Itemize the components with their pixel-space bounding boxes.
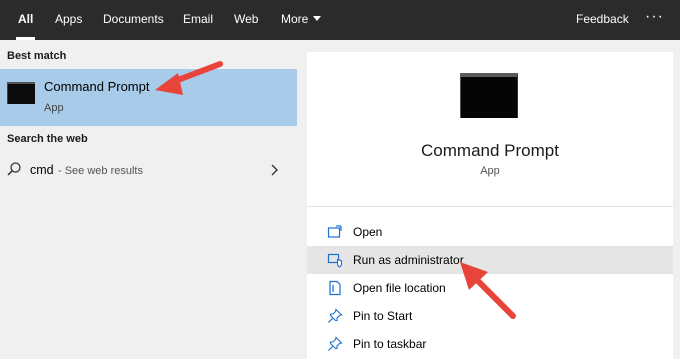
best-match-subtitle: App [44, 102, 64, 114]
tab-documents[interactable]: Documents [103, 0, 164, 40]
action-pin-to-start[interactable]: Pin to Start [307, 302, 673, 330]
action-open-label: Open [353, 225, 383, 239]
tab-apps[interactable]: Apps [55, 0, 82, 40]
tab-web[interactable]: Web [234, 0, 258, 40]
tab-all[interactable]: All [15, 0, 36, 40]
tab-email-label: Email [183, 12, 214, 26]
tab-web-label: Web [234, 12, 259, 26]
feedback-label: Feedback [576, 12, 629, 26]
best-match-title: Command Prompt [44, 79, 150, 94]
app-title: Command Prompt [421, 141, 559, 160]
action-pin-to-taskbar[interactable]: Pin to taskbar [307, 330, 673, 358]
file-location-icon [329, 280, 341, 296]
tab-documents-label: Documents [103, 12, 164, 26]
tab-email[interactable]: Email [183, 0, 213, 40]
best-match-item[interactable]: Command Prompt App [0, 69, 297, 126]
web-query-hint: - See web results [58, 165, 143, 177]
tab-apps-label: Apps [55, 12, 83, 26]
action-open-file-location[interactable]: Open file location [307, 274, 673, 302]
action-run-as-administrator[interactable]: Run as administrator [307, 246, 673, 274]
shield-admin-icon [327, 253, 343, 268]
chevron-right-icon [271, 164, 278, 176]
more-options-icon[interactable]: ··· [645, 0, 664, 40]
open-window-icon [327, 225, 342, 238]
pin-icon [328, 336, 343, 351]
web-result-item[interactable]: cmd - See web results [0, 157, 297, 185]
search-web-heading: Search the web [7, 133, 88, 145]
app-details-panel: Command Prompt App Open Run as administr… [307, 52, 673, 359]
action-pin-to-start-label: Pin to Start [353, 309, 413, 323]
feedback-button[interactable]: Feedback [576, 0, 629, 40]
pin-icon [328, 308, 343, 323]
tab-all-label: All [18, 12, 34, 26]
action-open[interactable]: Open [307, 218, 673, 246]
command-prompt-icon [7, 82, 35, 104]
search-icon [7, 162, 21, 176]
divider [307, 206, 673, 207]
action-pin-to-taskbar-label: Pin to taskbar [353, 337, 427, 351]
best-match-heading: Best match [7, 50, 67, 62]
tab-more-label: More [281, 12, 309, 26]
web-query-text: cmd [30, 163, 54, 177]
app-subtitle: App [480, 165, 500, 177]
results-panel: Best match Command Prompt App Search the… [0, 40, 300, 359]
chevron-down-icon [313, 16, 322, 21]
action-open-file-location-label: Open file location [353, 281, 446, 295]
tab-more[interactable]: More [281, 0, 322, 40]
search-filter-bar: All Apps Documents Email Web More Feedba… [0, 0, 680, 40]
action-run-as-administrator-label: Run as administrator [353, 253, 464, 267]
command-prompt-large-icon [460, 73, 518, 118]
